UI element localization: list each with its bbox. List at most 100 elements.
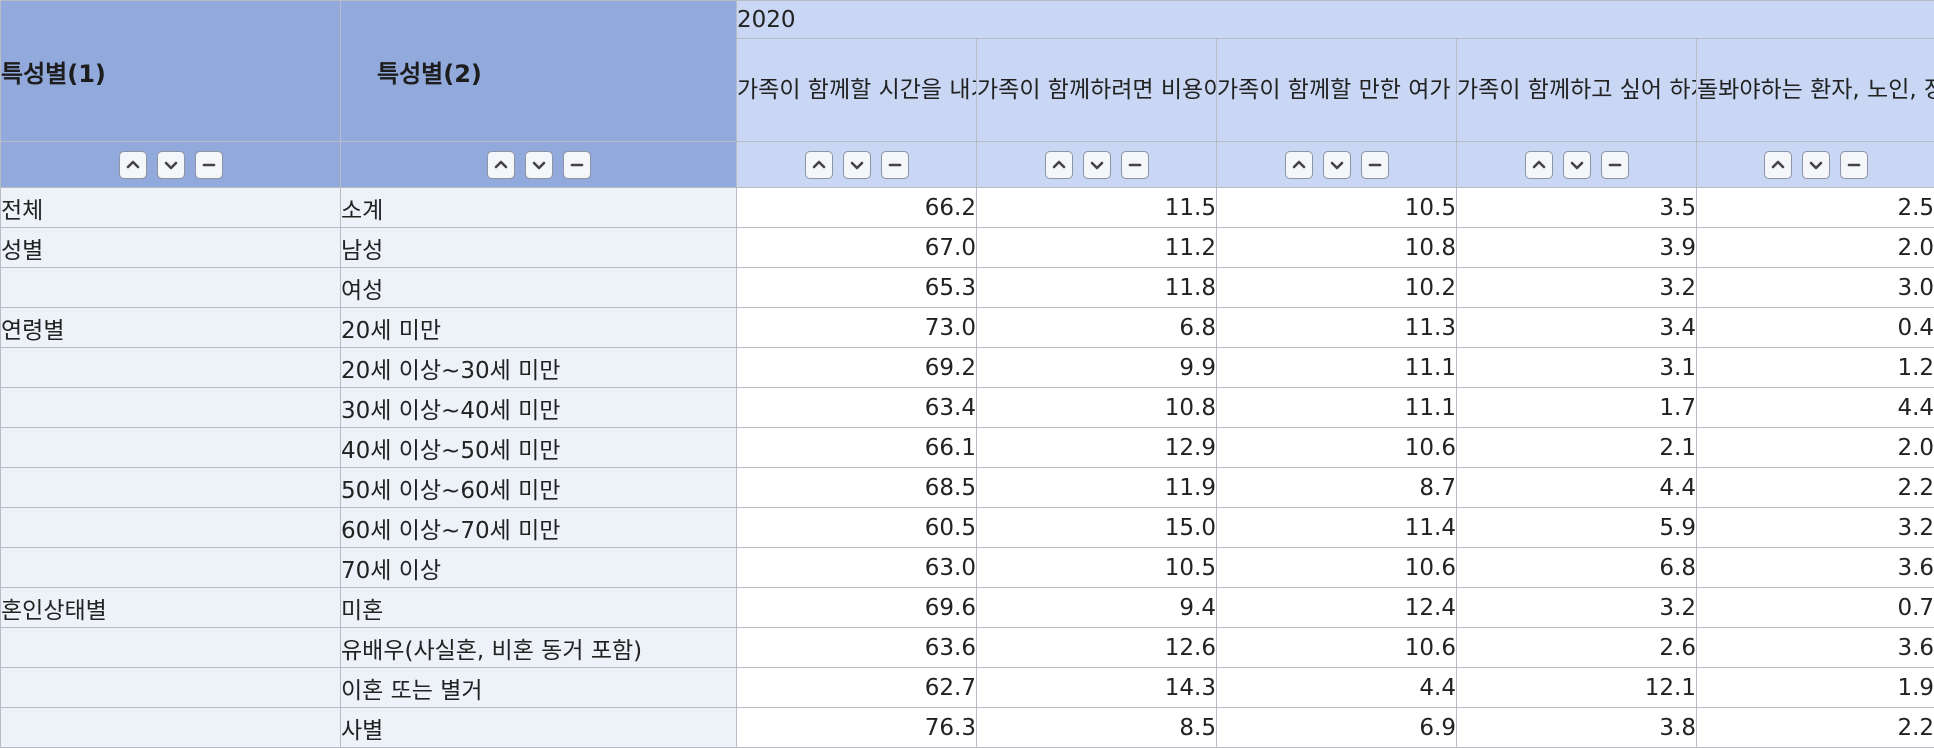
chevron-down-icon (532, 161, 545, 169)
chevron-down-icon (1090, 161, 1103, 169)
sort-up-button[interactable] (118, 150, 147, 179)
value-cell: 2.5 (1695, 187, 1934, 228)
row-category-1 (0, 347, 341, 388)
value-cell: 5.9 (1456, 507, 1697, 548)
value-cell: 14.3 (976, 667, 1217, 708)
value-cell: 3.2 (1695, 507, 1934, 548)
column-header: 가족이 함께할 만한 여가 프로그램이 없어서 (1216, 38, 1457, 142)
sort-down-button[interactable] (1322, 150, 1351, 179)
table-row: 사별 76.3 8.5 6.9 3.8 2.2 (0, 707, 1934, 748)
sort-down-button[interactable] (842, 150, 871, 179)
value-cell: 12.9 (976, 427, 1217, 468)
collapse-button[interactable] (1600, 150, 1629, 179)
row-category-1: 전체 (0, 187, 341, 228)
table-body: 전체 소계 66.2 11.5 10.5 3.5 2.5 성별 남성 67.0 11.2 10.8 3.… (0, 187, 1934, 748)
dim1-header: 특성별(1) (0, 0, 341, 142)
value-cell: 10.6 (1216, 427, 1457, 468)
value-cell: 4.4 (1216, 667, 1457, 708)
row-category-1 (0, 707, 341, 748)
sort-down-button[interactable] (156, 150, 185, 179)
row-category-2: 30세 이상~40세 미만 (340, 387, 737, 428)
value-cell: 6.9 (1216, 707, 1457, 748)
collapse-button[interactable] (1839, 150, 1868, 179)
value-cell: 3.0 (1695, 267, 1934, 308)
value-cell: 11.5 (976, 187, 1217, 228)
value-cell: 3.9 (1456, 227, 1697, 268)
value-cell: 10.8 (1216, 227, 1457, 268)
value-cell: 3.6 (1695, 627, 1934, 668)
collapse-button[interactable] (1120, 150, 1149, 179)
value-cell: 10.8 (976, 387, 1217, 428)
row-category-2: 20세 이상~30세 미만 (340, 347, 737, 388)
value-cell: 0.7 (1695, 587, 1934, 628)
value-cell: 2.1 (1456, 427, 1697, 468)
chevron-down-icon (850, 161, 863, 169)
collapse-button[interactable] (562, 150, 591, 179)
chevron-up-icon (1052, 160, 1065, 168)
value-cell: 66.2 (736, 187, 977, 228)
value-cell: 76.3 (736, 707, 977, 748)
sort-up-button[interactable] (804, 150, 833, 179)
dim2-header: 특성별(2) (340, 0, 737, 142)
value-cell: 67.0 (736, 227, 977, 268)
value-cell: 4.4 (1456, 467, 1697, 508)
row-category-2: 60세 이상~70세 미만 (340, 507, 737, 548)
value-cell: 10.2 (1216, 267, 1457, 308)
value-cell: 3.6 (1695, 547, 1934, 588)
value-cell: 10.6 (1216, 547, 1457, 588)
chevron-up-icon (1292, 160, 1305, 168)
column-control-cell (736, 141, 977, 188)
collapse-button[interactable] (1360, 150, 1389, 179)
sort-up-button[interactable] (1524, 150, 1553, 179)
row-category-2: 유배우(사실혼, 비혼 동거 포함) (340, 627, 737, 668)
sort-down-button[interactable] (1562, 150, 1591, 179)
table-row: 60세 이상~70세 미만 60.5 15.0 11.4 5.9 3.2 (0, 507, 1934, 548)
column-control-cell (1216, 141, 1457, 188)
table-row: 혼인상태별 미혼 69.6 9.4 12.4 3.2 0.7 (0, 587, 1934, 628)
sort-up-button[interactable] (1284, 150, 1313, 179)
column-control-cell (976, 141, 1217, 188)
sort-down-button[interactable] (1082, 150, 1111, 179)
collapse-button[interactable] (194, 150, 223, 179)
value-cell: 63.6 (736, 627, 977, 668)
value-cell: 66.1 (736, 427, 977, 468)
row-category-1 (0, 467, 341, 508)
column-controls-row (0, 141, 1934, 188)
row-category-1 (0, 667, 341, 708)
row-category-2: 소계 (340, 187, 737, 228)
row-category-1 (0, 547, 341, 588)
table-row: 전체 소계 66.2 11.5 10.5 3.5 2.5 (0, 187, 1934, 228)
value-cell: 1.2 (1695, 347, 1934, 388)
row-category-1 (0, 627, 341, 668)
collapse-button[interactable] (880, 150, 909, 179)
sort-up-button[interactable] (1044, 150, 1073, 179)
sort-down-button[interactable] (1801, 150, 1830, 179)
row-category-2: 이혼 또는 별거 (340, 667, 737, 708)
value-cell: 15.0 (976, 507, 1217, 548)
value-cell: 3.2 (1456, 267, 1697, 308)
value-cell: 68.5 (736, 467, 977, 508)
year-header: 2020 (735, 0, 1934, 39)
column-header: 가족이 함께하고 싶어 하지 않아서 (1456, 38, 1697, 142)
sort-up-button[interactable] (1763, 150, 1792, 179)
sort-down-button[interactable] (524, 150, 553, 179)
minus-icon (1128, 163, 1141, 166)
column-header: 가족이 함께하려면 비용이 들어서 (976, 38, 1217, 142)
value-cell: 12.4 (1216, 587, 1457, 628)
value-cell: 8.7 (1216, 467, 1457, 508)
table-row: 이혼 또는 별거 62.7 14.3 4.4 12.1 1.9 (0, 667, 1934, 708)
value-cell: 11.1 (1216, 347, 1457, 388)
column-header: 가족이 함께할 시간을 내기가 힘들어서 (736, 38, 977, 142)
chevron-down-icon (1809, 161, 1822, 169)
table-row: 50세 이상~60세 미만 68.5 11.9 8.7 4.4 2.2 (0, 467, 1934, 508)
minus-icon (202, 163, 215, 166)
value-cell: 3.2 (1456, 587, 1697, 628)
table-row: 여성 65.3 11.8 10.2 3.2 3.0 (0, 267, 1934, 308)
row-category-1 (0, 507, 341, 548)
value-cell: 11.3 (1216, 307, 1457, 348)
value-cell: 1.9 (1695, 667, 1934, 708)
value-cell: 2.0 (1695, 227, 1934, 268)
sort-up-button[interactable] (486, 150, 515, 179)
value-cell: 11.9 (976, 467, 1217, 508)
minus-icon (1847, 163, 1860, 166)
